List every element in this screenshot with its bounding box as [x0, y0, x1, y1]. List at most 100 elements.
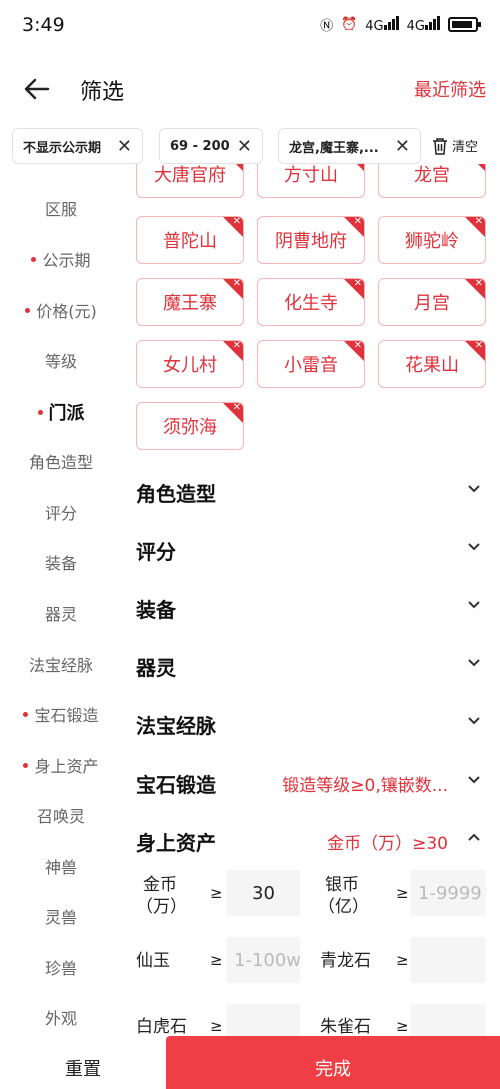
check-mark-icon: ✕	[353, 340, 362, 351]
clear-button[interactable]: 清空	[432, 136, 478, 155]
sidebar-item[interactable]: 法宝经脉	[0, 652, 122, 676]
header: 筛选 最近筛选	[0, 60, 500, 116]
section-label: 宝石锻造	[136, 773, 216, 797]
filter-chip[interactable]: 不显示公示期 ✕	[12, 128, 143, 164]
baihu-label: 白虎石	[136, 1017, 187, 1037]
chevron-up-icon	[468, 833, 480, 841]
category-sidebar: 区服公示期价格(元) 等级门派角色造型评分装备器灵法宝经脉宝石锻造身上资产召唤灵神…	[0, 176, 122, 1036]
check-mark-icon: ✕	[232, 278, 241, 289]
school-option[interactable]: 女儿村 ✕	[136, 340, 244, 388]
section-summary: 金币（万）≥30	[327, 834, 448, 854]
sidebar-item[interactable]: 神兽	[0, 854, 122, 878]
sidebar-item[interactable]: 门派	[0, 399, 122, 425]
sidebar-item[interactable]: 召唤灵	[0, 803, 122, 827]
back-arrow-icon[interactable]	[22, 74, 52, 104]
status-bar: 3:49 Ⓝ ⏰ 4G 4G	[0, 0, 500, 52]
sidebar-item[interactable]: 装备	[0, 550, 122, 574]
school-option[interactable]: 月宫 ✕	[378, 278, 486, 326]
close-icon[interactable]: ✕	[237, 136, 252, 157]
silver-input[interactable]	[410, 870, 486, 916]
filter-chip[interactable]: 龙宫,魔王寨,... ✕	[278, 128, 421, 164]
signal-icon-2: 4G	[407, 14, 440, 34]
status-time: 3:49	[22, 14, 65, 36]
school-option[interactable]: 大唐官府✕	[136, 164, 244, 198]
school-option-label: 阴曹地府	[275, 231, 347, 252]
sidebar-item[interactable]: 评分	[0, 500, 122, 524]
filter-section-header[interactable]: 法宝经脉	[136, 702, 486, 742]
section-summary: 锻造等级≥0,镶嵌数...	[282, 776, 448, 796]
sidebar-item-label: 评分	[44, 504, 77, 523]
school-option[interactable]: 阴曹地府 ✕	[257, 216, 365, 264]
filter-section-header[interactable]: 角色造型	[136, 470, 486, 510]
clear-label: 清空	[452, 140, 479, 155]
school-option[interactable]: 普陀山 ✕	[136, 216, 244, 264]
gte-sign: ≥	[210, 951, 223, 969]
section-label: 法宝经脉	[136, 714, 216, 738]
filter-chip[interactable]: 69 - 200 ✕	[159, 128, 263, 164]
school-option-label: 花果山	[405, 355, 459, 376]
school-option[interactable]: 化生寺 ✕	[257, 278, 365, 326]
recent-filters-link[interactable]: 最近筛选	[414, 76, 486, 102]
chevron-down-icon	[468, 601, 480, 609]
gte-sign: ≥	[396, 1017, 409, 1035]
filter-chip-label: 龙宫,魔王寨,...	[289, 140, 379, 156]
sidebar-item-label: 器灵	[44, 605, 77, 624]
filter-section-header[interactable]: 身上资产 金币（万）≥30	[136, 819, 486, 859]
school-option[interactable]: 龙宫✕	[378, 164, 486, 198]
sidebar-item[interactable]: 区服	[0, 196, 122, 220]
school-option-label: 狮驼岭	[405, 231, 459, 252]
alarm-icon: ⏰	[341, 16, 358, 32]
sidebar-item-label: 珍兽	[44, 959, 77, 978]
gold-input[interactable]	[226, 870, 300, 916]
school-option[interactable]: 花果山 ✕	[378, 340, 486, 388]
sidebar-item[interactable]: 价格(元)	[0, 298, 122, 322]
filter-section-header[interactable]: 宝石锻造 锻造等级≥0,镶嵌数...	[136, 761, 486, 801]
section-label: 器灵	[136, 656, 176, 680]
zhuque-label: 朱雀石	[320, 1017, 371, 1037]
close-icon[interactable]: ✕	[117, 136, 132, 157]
section-label: 身上资产	[136, 831, 216, 855]
filter-chip-label: 不显示公示期	[23, 140, 102, 156]
school-option[interactable]: 狮驼岭 ✕	[378, 216, 486, 264]
school-option-label: 月宫	[414, 293, 450, 314]
nfc-icon: Ⓝ	[320, 18, 334, 34]
sidebar-item[interactable]: 宝石锻造	[0, 702, 122, 726]
sidebar-item-label: 身上资产	[34, 757, 99, 776]
gte-sign: ≥	[210, 884, 223, 902]
filter-section-header[interactable]: 器灵	[136, 644, 486, 684]
filter-section-header[interactable]: 装备	[136, 586, 486, 626]
sidebar-item[interactable]: 器灵	[0, 601, 122, 625]
sidebar-item-label: 公示期	[42, 251, 91, 270]
chevron-down-icon	[468, 776, 480, 784]
school-option[interactable]: 小雷音 ✕	[257, 340, 365, 388]
sidebar-item[interactable]: 公示期	[0, 247, 122, 271]
sidebar-item-label: 宝石锻造	[34, 706, 99, 725]
chevron-down-icon	[468, 543, 480, 551]
selected-corner-icon	[344, 164, 364, 171]
jade-input[interactable]	[226, 937, 300, 983]
school-option[interactable]: 方寸山✕	[257, 164, 365, 198]
sidebar-item[interactable]: 角色造型	[0, 449, 122, 473]
close-icon[interactable]: ✕	[395, 136, 410, 157]
chevron-down-icon	[468, 659, 480, 667]
sidebar-item-label: 召唤灵	[36, 807, 85, 826]
sidebar-item[interactable]: 灵兽	[0, 904, 122, 928]
trash-icon	[433, 137, 447, 155]
selected-dot-icon	[31, 257, 37, 262]
school-option[interactable]: 魔王寨 ✕	[136, 278, 244, 326]
selected-corner-icon	[223, 164, 243, 171]
school-option-label: 大唐官府	[154, 165, 226, 186]
sidebar-item-label: 等级	[44, 352, 77, 371]
done-button[interactable]: 完成	[166, 1036, 500, 1089]
sidebar-item[interactable]: 身上资产	[0, 753, 122, 777]
filter-section-header[interactable]: 评分	[136, 528, 486, 568]
sidebar-item[interactable]: 珍兽	[0, 955, 122, 979]
sidebar-item[interactable]: 等级	[0, 348, 122, 372]
reset-button[interactable]: 重置	[0, 1036, 166, 1089]
status-icons: Ⓝ ⏰ 4G 4G	[320, 14, 481, 34]
qinglong-input[interactable]	[410, 937, 486, 983]
qinglong-label: 青龙石	[320, 951, 371, 971]
sidebar-item[interactable]: 外观	[0, 1005, 122, 1029]
selected-dot-icon	[23, 763, 29, 768]
school-option[interactable]: 须弥海 ✕	[136, 402, 244, 450]
